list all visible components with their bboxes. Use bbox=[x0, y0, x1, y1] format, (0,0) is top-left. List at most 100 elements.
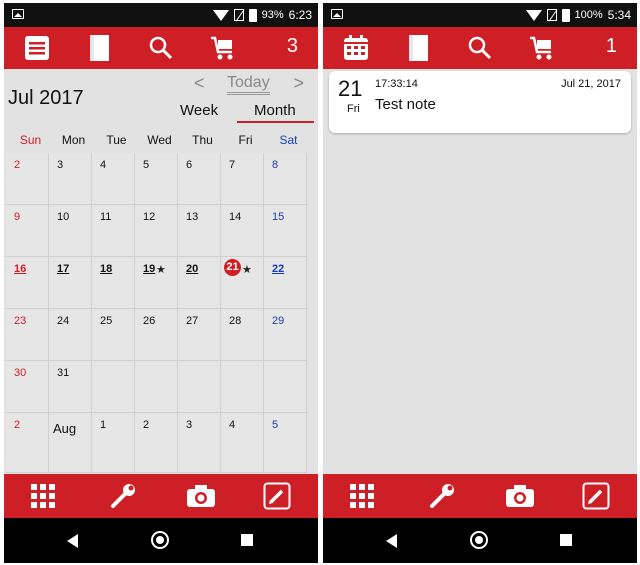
search-button[interactable] bbox=[455, 27, 505, 69]
settings-button[interactable] bbox=[417, 474, 467, 518]
calendar-day-cell[interactable]: 1 bbox=[92, 413, 135, 473]
bottom-toolbar bbox=[323, 474, 637, 518]
day-number: 31 bbox=[57, 367, 70, 379]
calendar-day-cell[interactable]: 24 bbox=[49, 309, 92, 361]
prev-button[interactable]: < bbox=[194, 73, 205, 94]
calendar-day-cell[interactable]: 28 bbox=[221, 309, 264, 361]
battery-icon bbox=[248, 8, 257, 22]
calendar-day-cell[interactable]: 3 bbox=[178, 413, 221, 473]
calendar-day-cell[interactable]: 27 bbox=[178, 309, 221, 361]
notebook-button[interactable] bbox=[74, 27, 124, 69]
calendar-day-cell[interactable]: 23 bbox=[6, 309, 49, 361]
calendar-button[interactable] bbox=[331, 27, 381, 69]
search-button[interactable] bbox=[136, 27, 186, 69]
today-button[interactable]: Today bbox=[227, 74, 270, 95]
note-star-icon: ★ bbox=[156, 264, 166, 276]
calendar-day-cell[interactable]: 21 ★ bbox=[221, 257, 264, 309]
note-card[interactable]: 21 Fri 17:33:14 Jul 21, 2017 Test note bbox=[329, 71, 631, 133]
day-number: 19 bbox=[143, 263, 156, 275]
settings-button[interactable] bbox=[98, 474, 148, 518]
day-number: 18 bbox=[100, 263, 113, 275]
calendar-day-cell[interactable]: 12 bbox=[135, 205, 178, 257]
calendar-day-cell[interactable]: 5 bbox=[264, 413, 307, 473]
weekday-label: Tue bbox=[106, 133, 127, 147]
month-title: Jul 2017 bbox=[8, 87, 84, 109]
day-number: 1 bbox=[100, 419, 107, 431]
camera-button[interactable] bbox=[495, 474, 545, 518]
calendar-day-cell[interactable] bbox=[135, 361, 178, 413]
calendar-day-cell[interactable]: 6 bbox=[178, 153, 221, 205]
calendar-day-cell[interactable]: 13 bbox=[178, 205, 221, 257]
list-button[interactable] bbox=[12, 27, 62, 69]
tab-week[interactable]: Week bbox=[180, 102, 218, 119]
battery-percent: 93% bbox=[261, 9, 284, 21]
day-number: 30 bbox=[14, 367, 27, 379]
calendar-day-cell[interactable]: 3 bbox=[49, 153, 92, 205]
recent-apps-icon[interactable] bbox=[560, 534, 572, 546]
edit-button[interactable] bbox=[571, 474, 621, 518]
calendar-day-cell[interactable] bbox=[178, 361, 221, 413]
calendar-day-cell[interactable]: 15 bbox=[264, 205, 307, 257]
calendar-day-cell[interactable]: 14 bbox=[221, 205, 264, 257]
calendar-day-cell[interactable]: 9 bbox=[6, 205, 49, 257]
calendar-day-cell[interactable]: 18 bbox=[92, 257, 135, 309]
calendar-day-cell[interactable]: 2 bbox=[6, 413, 49, 473]
calendar-day-cell[interactable]: 19 ★ bbox=[135, 257, 178, 309]
cart-button[interactable] bbox=[198, 27, 248, 69]
search-icon bbox=[468, 36, 492, 60]
calendar-day-cell[interactable]: 29 bbox=[264, 309, 307, 361]
camera-button[interactable] bbox=[176, 474, 226, 518]
day-number: 25 bbox=[100, 315, 113, 327]
calendar-day-cell[interactable]: 7 bbox=[221, 153, 264, 205]
notebook-button[interactable] bbox=[393, 27, 443, 69]
next-button[interactable]: > bbox=[293, 73, 304, 94]
home-icon[interactable] bbox=[470, 531, 488, 549]
status-bar: 93% 6:23 bbox=[4, 3, 318, 27]
calendar-day-cell[interactable]: 16 bbox=[6, 257, 49, 309]
grid-button[interactable] bbox=[18, 474, 68, 518]
calendar-day-cell[interactable]: 5 bbox=[135, 153, 178, 205]
day-number: 5 bbox=[272, 419, 279, 431]
calendar-day-cell[interactable]: 8 bbox=[264, 153, 307, 205]
calendar-day-cell[interactable]: Aug bbox=[49, 413, 92, 473]
calendar-day-cell[interactable]: 2 bbox=[135, 413, 178, 473]
calendar-day-cell[interactable]: 31 bbox=[49, 361, 92, 413]
back-icon[interactable] bbox=[386, 534, 397, 548]
day-number: 4 bbox=[100, 159, 107, 171]
day-number: 3 bbox=[57, 159, 64, 171]
home-icon[interactable] bbox=[151, 531, 169, 549]
calendar-day-cell[interactable]: 17 bbox=[49, 257, 92, 309]
no-sim-icon bbox=[233, 9, 244, 21]
grid-button[interactable] bbox=[337, 474, 387, 518]
recent-apps-icon[interactable] bbox=[241, 534, 253, 546]
app-bar: 3 bbox=[4, 27, 318, 69]
calendar-day-cell[interactable] bbox=[221, 361, 264, 413]
edit-button[interactable] bbox=[252, 474, 302, 518]
image-notification-icon bbox=[331, 9, 343, 19]
day-number: 28 bbox=[229, 315, 242, 327]
notebook-icon bbox=[90, 35, 109, 61]
back-icon[interactable] bbox=[67, 534, 78, 548]
calendar-day-cell[interactable]: 20 bbox=[178, 257, 221, 309]
camera-icon bbox=[506, 485, 534, 507]
calendar-day-cell[interactable]: 22 bbox=[264, 257, 307, 309]
calendar-day-cell[interactable]: 2 bbox=[6, 153, 49, 205]
calendar-day-cell[interactable]: 25 bbox=[92, 309, 135, 361]
calendar-day-cell[interactable]: 10 bbox=[49, 205, 92, 257]
search-icon bbox=[149, 36, 173, 60]
note-day: 21 bbox=[338, 76, 363, 101]
calendar-day-cell[interactable]: 26 bbox=[135, 309, 178, 361]
calendar-day-cell[interactable]: 4 bbox=[92, 153, 135, 205]
day-number: 13 bbox=[186, 211, 199, 223]
day-number: 22 bbox=[272, 263, 285, 275]
calendar-day-cell[interactable]: 4 bbox=[221, 413, 264, 473]
clock: 6:23 bbox=[288, 8, 312, 22]
tab-month[interactable]: Month bbox=[254, 102, 296, 119]
day-number: 23 bbox=[14, 315, 27, 327]
calendar-day-cell[interactable] bbox=[92, 361, 135, 413]
calendar-day-cell[interactable]: 11 bbox=[92, 205, 135, 257]
note-list-screen: 100% 5:34 1 21 Fri 17:33:14 Jul 21, 2017… bbox=[323, 3, 637, 563]
calendar-day-cell[interactable]: 30 bbox=[6, 361, 49, 413]
cart-button[interactable] bbox=[517, 27, 567, 69]
calendar-day-cell[interactable] bbox=[264, 361, 307, 413]
